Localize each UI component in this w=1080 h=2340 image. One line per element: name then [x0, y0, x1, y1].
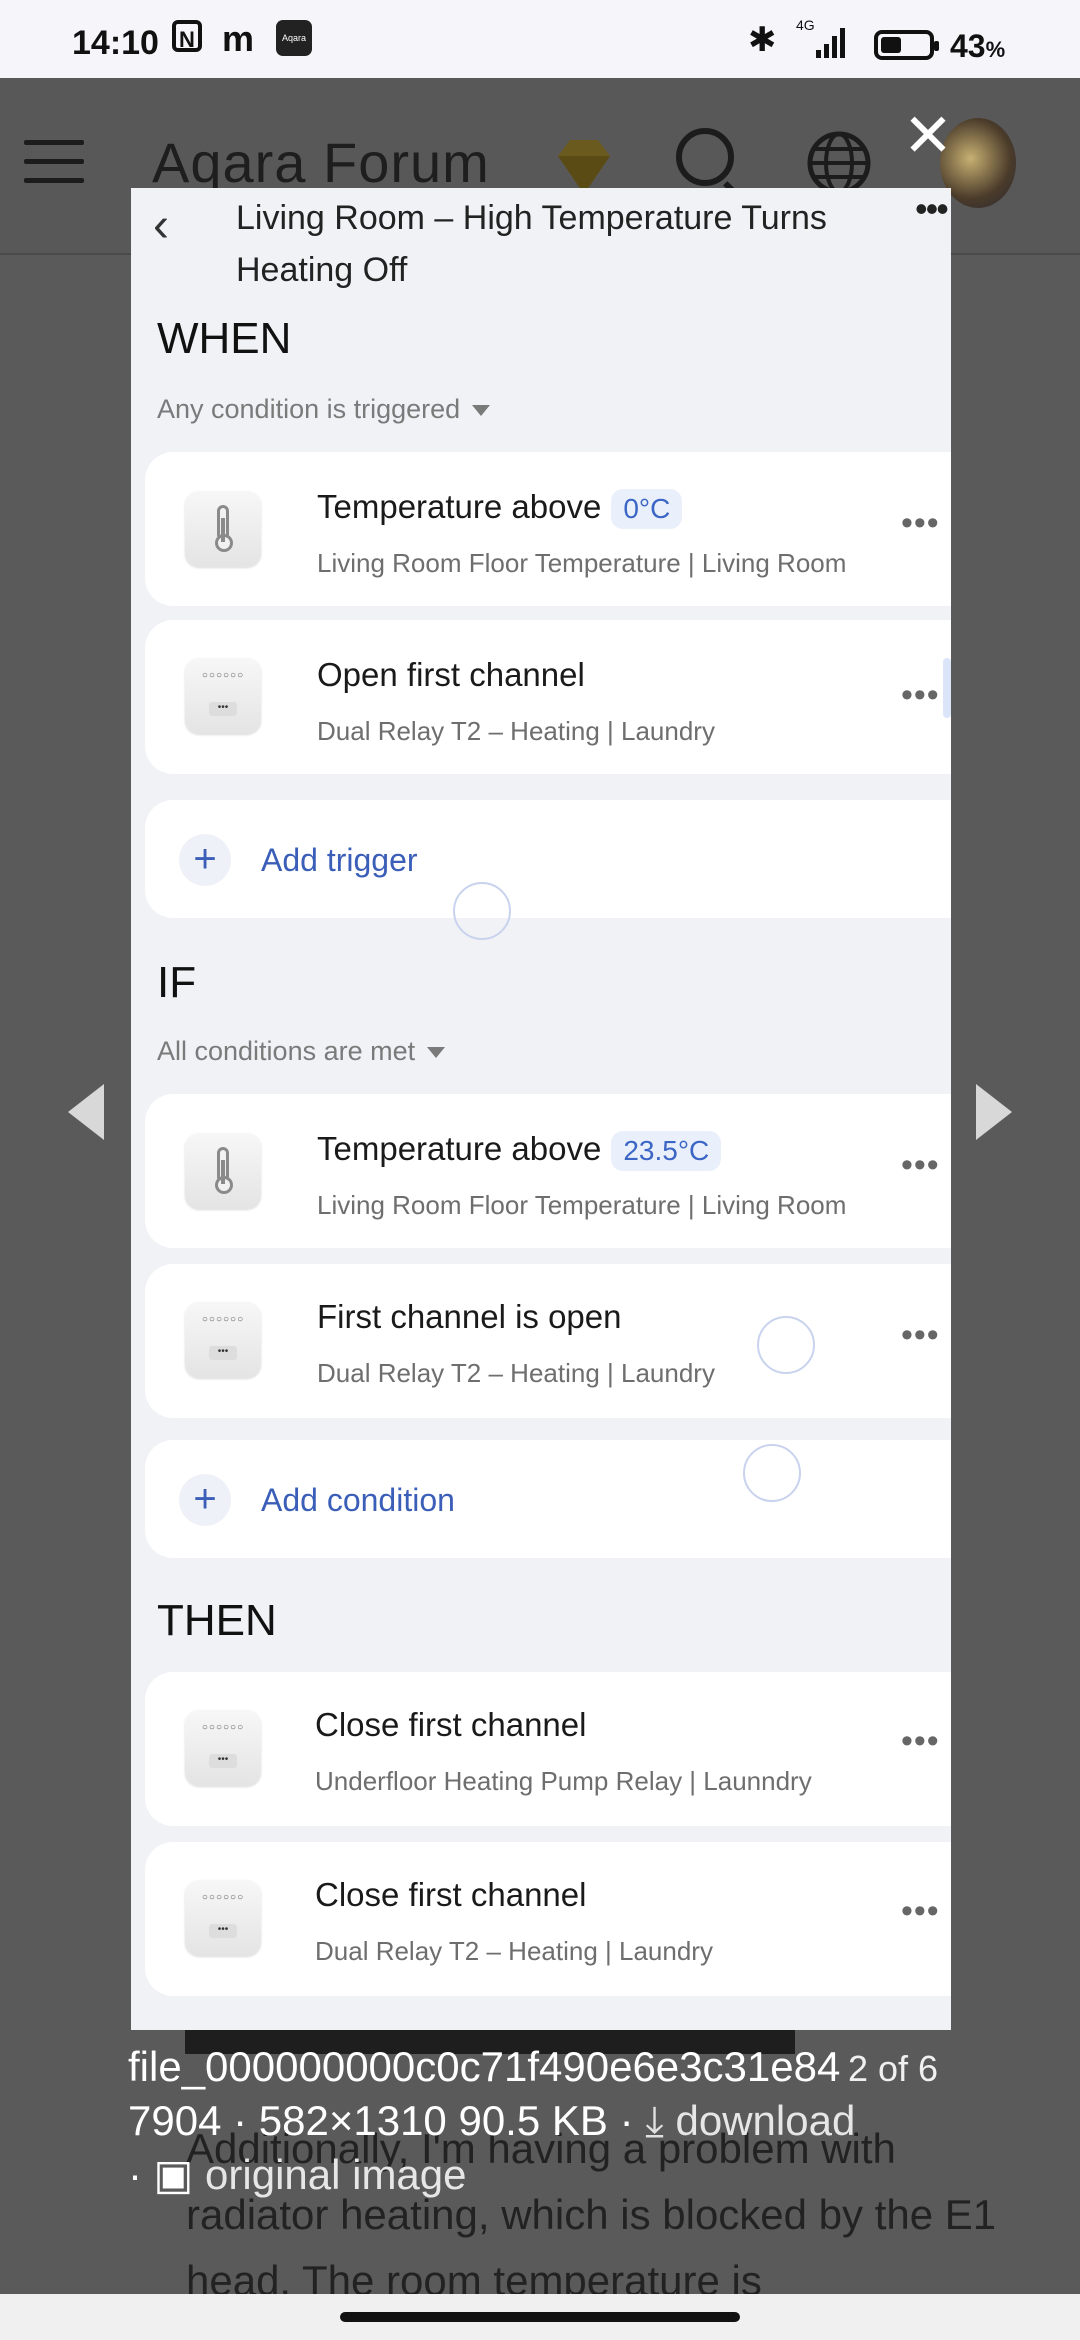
search-icon[interactable] [676, 128, 734, 186]
bluetooth-icon: ✱ [748, 21, 777, 59]
lightbox-caption: 2 of 6 file_000000000c0c71f490e6e3c31e84… [128, 2040, 968, 2202]
caret-down-icon [427, 1047, 446, 1059]
file-meta: 7904 · 582×1310 90.5 KB · [128, 2097, 646, 2144]
add-condition-card: + Add condition [145, 1440, 951, 1558]
when-item-card: ○○○○○○ ••• Open first channel Dual Relay… [145, 620, 951, 774]
signal-4g-icon: 4G [796, 17, 845, 58]
image-counter: 2 of 6 [848, 2048, 939, 2089]
home-indicator[interactable] [340, 2312, 740, 2322]
then-item-subtitle: Underfloor Heating Pump Relay | Launndry [315, 1766, 812, 1796]
more-icon: ••• [901, 1316, 940, 1354]
original-line: · ▣ original image [128, 2151, 467, 2198]
file-info-line: 7904 · 582×1310 90.5 KB · ⤓ download [128, 2094, 968, 2148]
plus-icon: + [179, 1474, 231, 1526]
forum-logo[interactable]: Aqara Forum [152, 130, 490, 195]
network-type-label: 4G [796, 17, 815, 33]
if-item-subtitle: Living Room Floor Temperature | Living R… [317, 1190, 847, 1220]
more-icon: ••• [901, 1892, 940, 1930]
lightbox-image: ‹ Living Room – High Temperature Turns H… [131, 188, 951, 2030]
previous-image-arrow-icon[interactable] [68, 1084, 104, 1140]
thermometer-icon [185, 1133, 261, 1209]
download-icon: ⤓ [645, 2097, 664, 2144]
relay-icon: ○○○○○○ ••• [185, 1302, 261, 1378]
if-item-title: Temperature above 23.5°C [317, 1130, 722, 1172]
then-item-card: ○○○○○○ ••• Close first channel Underfloo… [145, 1672, 951, 1826]
relay-icon: ○○○○○○ ••• [185, 1710, 261, 1786]
more-icon: ••• [901, 1146, 940, 1184]
more-menu-icon: ••• [915, 188, 949, 229]
if-item-subtitle: Dual Relay T2 – Heating | Laundry [317, 1358, 715, 1388]
relay-icon: ○○○○○○ ••• [185, 1880, 261, 1956]
when-item-card: Temperature above 0°C Living Room Floor T… [145, 452, 951, 606]
add-trigger-card: + Add trigger [145, 800, 951, 918]
battery-percent: 43% [950, 28, 1006, 64]
status-time: 14:10 [72, 24, 159, 62]
temperature-badge: 0°C [611, 489, 683, 530]
if-item-title: First channel is open [317, 1298, 622, 1335]
then-item-subtitle: Dual Relay T2 – Heating | Laundry [315, 1936, 713, 1966]
more-icon: ••• [901, 504, 940, 542]
back-chevron-icon: ‹ [153, 199, 169, 252]
when-item-subtitle: Dual Relay T2 – Heating | Laundry [317, 716, 715, 746]
add-condition-label: Add condition [261, 1482, 455, 1518]
if-item-card: Temperature above 23.5°C Living Room Floo… [145, 1094, 951, 1248]
when-item-title: Temperature above 0°C [317, 488, 683, 530]
then-heading: THEN [157, 1596, 277, 1645]
n-icon: N [172, 20, 202, 52]
when-item-title: Open first channel [317, 656, 585, 693]
next-image-arrow-icon[interactable] [976, 1084, 1012, 1140]
then-item-title: Close first channel [315, 1706, 587, 1743]
more-icon: ••• [901, 676, 940, 714]
add-trigger-label: Add trigger [261, 842, 418, 878]
file-name-line: file_000000000c0c71f490e6e3c31e84 [128, 2043, 841, 2090]
thermometer-icon [185, 491, 261, 567]
when-heading: WHEN [157, 314, 292, 363]
relay-icon: ○○○○○○ ••• [185, 658, 261, 734]
if-heading: IF [157, 958, 197, 1007]
if-item-card: ○○○○○○ ••• First channel is open Dual Re… [145, 1264, 951, 1418]
then-item-card: ○○○○○○ ••• Close first channel Dual Rela… [145, 1842, 951, 1996]
status-bar: 14:10 N m Aqara ✱ 4G 43% [0, 0, 1080, 78]
when-item-subtitle: Living Room Floor Temperature | Living R… [317, 548, 847, 578]
image-icon: ▣ [153, 2151, 194, 2198]
download-link[interactable]: download [675, 2097, 855, 2144]
automation-topbar: ‹ Living Room – High Temperature Turns H… [131, 188, 951, 298]
m-icon: m [222, 18, 255, 59]
scroll-edge-indicator [943, 658, 951, 718]
battery-icon [874, 30, 939, 60]
temperature-badge: 23.5°C [611, 1131, 722, 1172]
when-mode: Any condition is triggered [157, 394, 491, 425]
automation-title: Living Room – High Temperature Turns Hea… [236, 199, 827, 289]
globe-icon[interactable] [806, 130, 872, 196]
more-icon: ••• [901, 1722, 940, 1760]
original-image-link[interactable]: original image [205, 2151, 466, 2198]
caret-down-icon [472, 405, 491, 417]
aqara-app-icon: Aqara [276, 20, 312, 56]
plus-icon: + [179, 834, 231, 886]
if-mode: All conditions are met [157, 1036, 446, 1067]
touch-indicator [453, 882, 511, 940]
touch-indicator [757, 1316, 815, 1374]
then-item-title: Close first channel [315, 1876, 587, 1913]
menu-icon[interactable] [24, 140, 84, 197]
close-icon[interactable]: ✕ [902, 106, 954, 166]
touch-indicator [743, 1444, 801, 1502]
